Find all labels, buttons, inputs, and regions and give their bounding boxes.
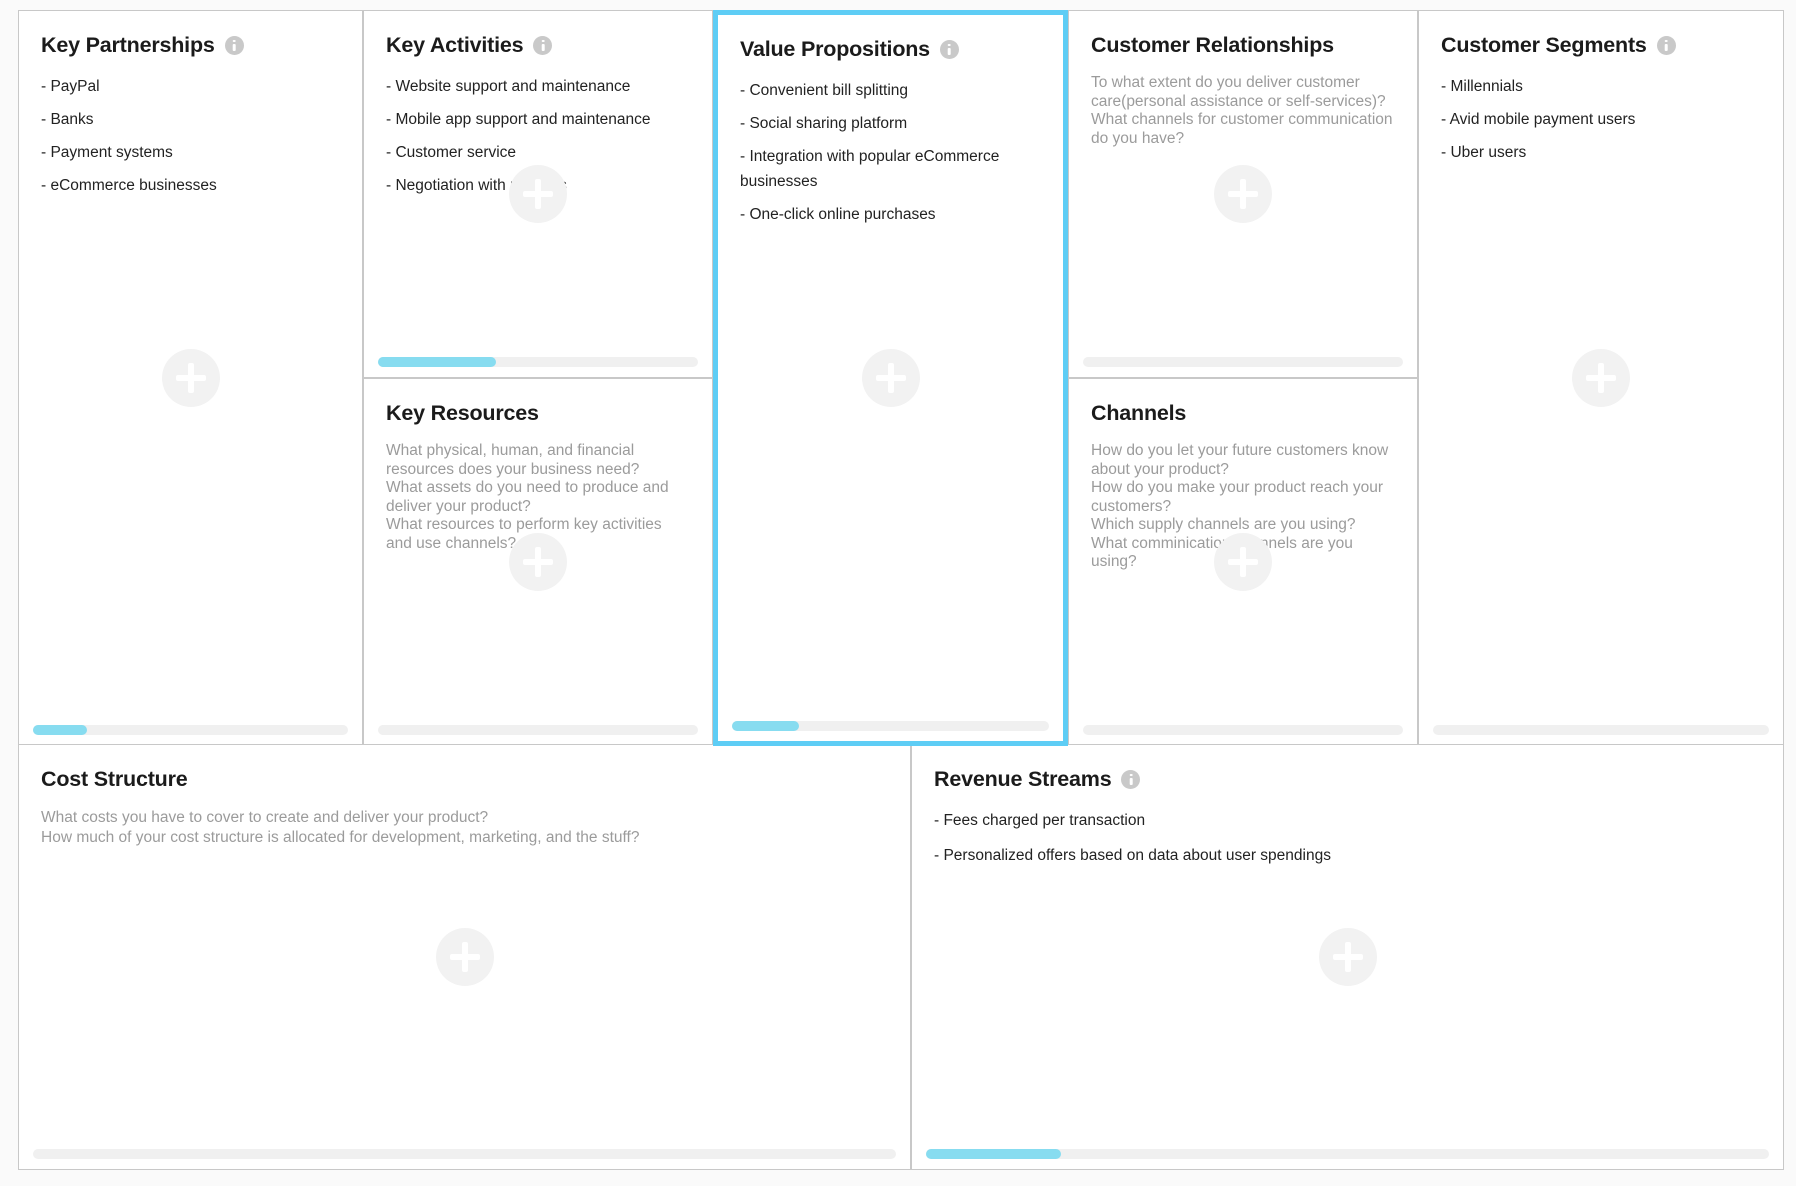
info-icon[interactable] [224, 36, 244, 55]
list-item[interactable]: - Social sharing platform [740, 111, 1041, 136]
item-list: - Convenient bill splitting - Social sha… [740, 78, 1041, 227]
panel-title: Cost Structure [41, 767, 188, 791]
list-item[interactable]: - Banks [41, 107, 340, 132]
horizontal-scrollbar[interactable] [732, 721, 1049, 731]
panel-header: Customer Segments [1441, 33, 1761, 58]
panel-header: Key Resources [386, 401, 690, 426]
panel-cost-structure[interactable]: Cost Structure What costs you have to co… [18, 744, 911, 1170]
panel-header: Value Propositions [740, 37, 1041, 62]
panel-header: Cost Structure [41, 767, 888, 792]
horizontal-scrollbar[interactable] [33, 725, 348, 735]
scrollbar-thumb[interactable] [732, 721, 799, 731]
item-list: - Fees charged per transaction - Persona… [934, 808, 1761, 868]
panel-customer-relationships[interactable]: Customer Relationships To what extent do… [1068, 10, 1418, 378]
panel-value-propositions[interactable]: Value Propositions - Convenient bill spl… [713, 10, 1068, 746]
list-item[interactable]: - Uber users [1441, 140, 1761, 165]
horizontal-scrollbar[interactable] [1433, 725, 1769, 735]
panel-header: Channels [1091, 401, 1395, 426]
panel-key-activities[interactable]: Key Activities - Website support and mai… [363, 10, 713, 378]
add-item-button[interactable] [435, 928, 494, 986]
add-item-button[interactable] [1214, 165, 1272, 223]
panel-header: Customer Relationships [1091, 33, 1395, 58]
column-relationships-channels: Customer Relationships To what extent do… [1068, 10, 1418, 746]
business-model-canvas: Key Partnerships - PayPal - Banks - Paym… [0, 0, 1796, 1186]
horizontal-scrollbar[interactable] [378, 725, 698, 735]
panel-title: Channels [1091, 401, 1187, 425]
add-item-button[interactable] [1318, 928, 1377, 986]
item-list: - Millennials - Avid mobile payment user… [1441, 74, 1761, 165]
info-icon[interactable] [1121, 770, 1141, 789]
info-icon[interactable] [533, 36, 553, 55]
column-key-activities-resources: Key Activities - Website support and mai… [363, 10, 713, 746]
add-item-button[interactable] [1214, 533, 1272, 591]
panel-title: Key Activities [386, 33, 524, 57]
list-item[interactable]: - Mobile app support and maintenance [386, 107, 690, 132]
add-item-button[interactable] [1572, 349, 1630, 407]
panel-header: Key Activities [386, 33, 690, 58]
add-item-button[interactable] [509, 165, 567, 223]
horizontal-scrollbar[interactable] [33, 1149, 896, 1159]
list-item[interactable]: - Payment systems [41, 140, 340, 165]
horizontal-scrollbar[interactable] [1083, 725, 1403, 735]
panel-key-partnerships[interactable]: Key Partnerships - PayPal - Banks - Paym… [18, 10, 363, 746]
panel-customer-segments[interactable]: Customer Segments - Millennials - Avid m… [1418, 10, 1784, 746]
panel-title: Value Propositions [740, 37, 930, 61]
list-item[interactable]: - PayPal [41, 74, 340, 99]
list-item[interactable]: - Personalized offers based on data abou… [934, 843, 1761, 868]
column-customer-segments: Customer Segments - Millennials - Avid m… [1418, 10, 1784, 746]
horizontal-scrollbar[interactable] [378, 357, 698, 367]
info-icon[interactable] [1656, 36, 1676, 55]
panel-key-resources[interactable]: Key Resources What physical, human, and … [363, 378, 713, 746]
panel-title: Key Resources [386, 401, 539, 425]
column-key-partnerships: Key Partnerships - PayPal - Banks - Paym… [18, 10, 363, 746]
list-item[interactable]: - Avid mobile payment users [1441, 107, 1761, 132]
column-value-propositions: Value Propositions - Convenient bill spl… [713, 10, 1068, 746]
list-item[interactable]: - Customer service [386, 140, 690, 165]
list-item[interactable]: - Website support and maintenance [386, 74, 690, 99]
placeholder-text: To what extent do you deliver customer c… [1091, 74, 1393, 147]
panel-header: Key Partnerships [41, 33, 340, 58]
add-item-button[interactable] [861, 349, 920, 407]
canvas-top-row: Key Partnerships - PayPal - Banks - Paym… [18, 10, 1784, 746]
item-list: - PayPal - Banks - Payment systems - eCo… [41, 74, 340, 198]
panel-channels[interactable]: Channels How do you let your future cust… [1068, 378, 1418, 746]
column-revenue-streams: Revenue Streams - Fees charged per trans… [911, 744, 1784, 1170]
list-item[interactable]: - eCommerce businesses [41, 173, 340, 198]
panel-header: Revenue Streams [934, 767, 1761, 792]
horizontal-scrollbar[interactable] [926, 1149, 1769, 1159]
panel-revenue-streams[interactable]: Revenue Streams - Fees charged per trans… [911, 744, 1784, 1170]
scrollbar-thumb[interactable] [378, 357, 497, 367]
add-item-button[interactable] [509, 533, 567, 591]
panel-title: Customer Segments [1441, 33, 1647, 57]
list-item[interactable]: - Integration with popular eCommerce bus… [740, 144, 1041, 194]
panel-title: Key Partnerships [41, 33, 215, 57]
scrollbar-thumb[interactable] [33, 725, 87, 735]
panel-title: Revenue Streams [934, 767, 1112, 791]
scrollbar-thumb[interactable] [926, 1149, 1061, 1159]
list-item[interactable]: - Millennials [1441, 74, 1761, 99]
horizontal-scrollbar[interactable] [1083, 357, 1403, 367]
panel-title: Customer Relationships [1091, 33, 1334, 57]
list-item[interactable]: - Fees charged per transaction [934, 808, 1761, 833]
placeholder-text: What costs you have to cover to create a… [41, 809, 640, 846]
info-icon[interactable] [939, 40, 959, 59]
column-cost-structure: Cost Structure What costs you have to co… [18, 744, 911, 1170]
add-item-button[interactable] [161, 349, 220, 407]
list-item[interactable]: - Convenient bill splitting [740, 78, 1041, 103]
canvas-bottom-row: Cost Structure What costs you have to co… [18, 744, 1784, 1170]
list-item[interactable]: - One-click online purchases [740, 202, 1041, 227]
